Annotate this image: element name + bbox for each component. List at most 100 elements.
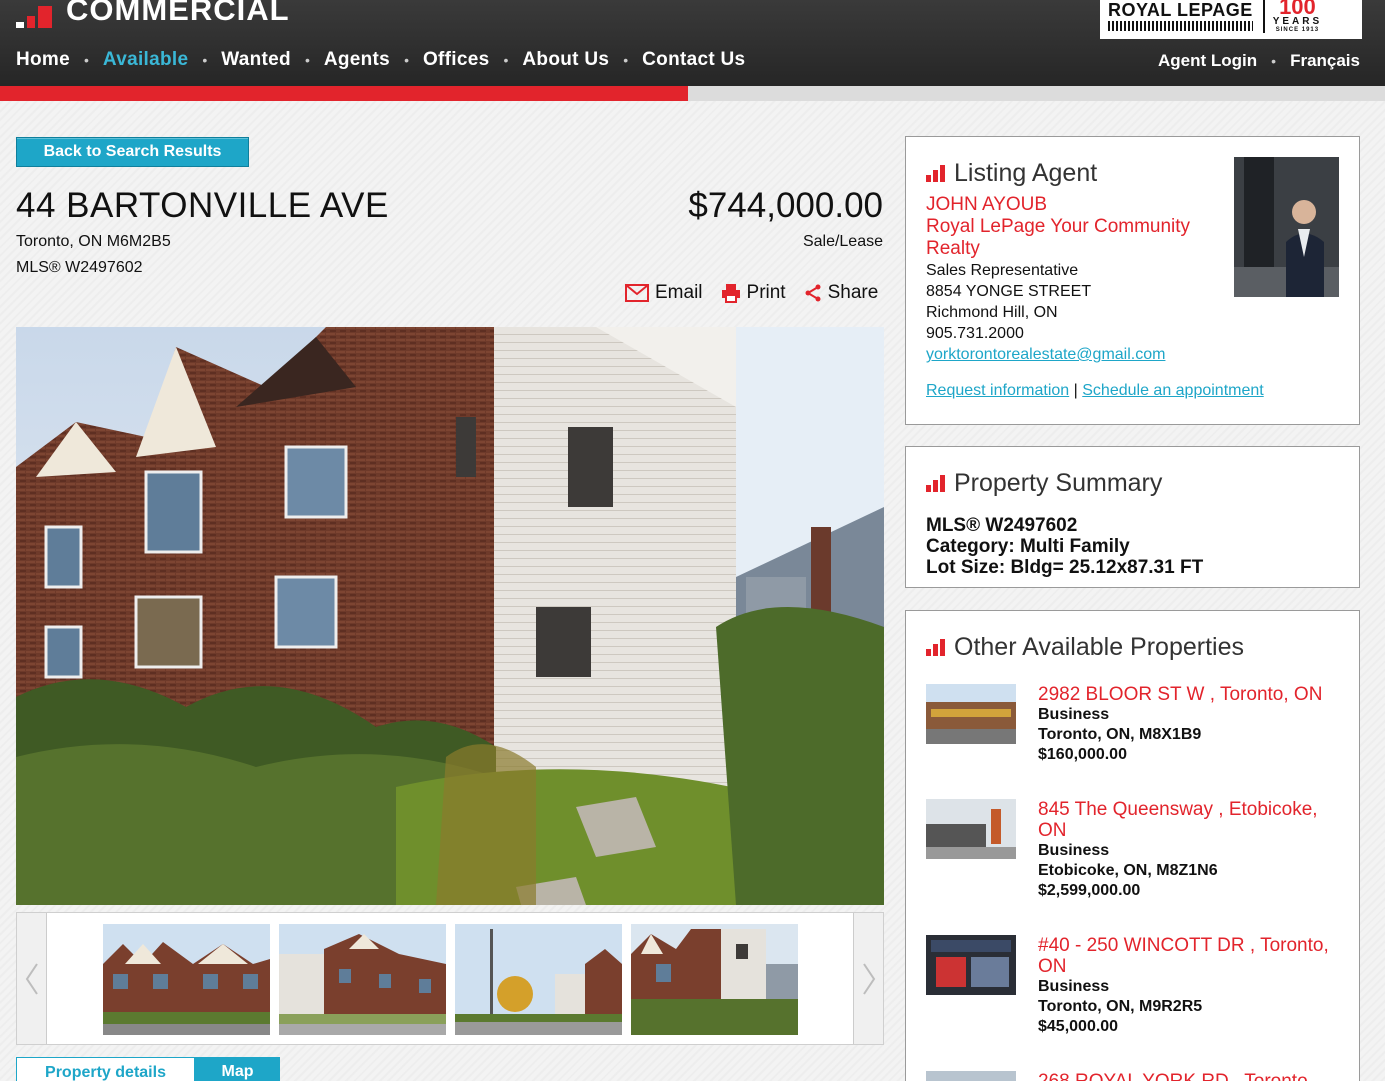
link-separator: | xyxy=(1073,382,1078,399)
property-summary-heading: Property Summary xyxy=(926,469,1162,498)
summary-category: Category: Multi Family xyxy=(926,536,1130,557)
property-type: Business xyxy=(1038,706,1110,723)
brand-barcode-icon xyxy=(1108,20,1253,31)
bar-chart-icon xyxy=(926,165,945,182)
summary-details: MLS® W2497602 Category: Multi Family Lot… xyxy=(926,515,1203,578)
listing-agent-panel: Listing Agent JOHN AYOUB Royal LePage Yo… xyxy=(905,136,1360,425)
carousel-prev-button[interactable] xyxy=(17,913,47,1044)
summary-mls: MLS® W2497602 xyxy=(926,515,1078,536)
agent-details: JOHN AYOUB Royal LePage Your Community R… xyxy=(926,194,1216,365)
logo-text: COMMERCIAL xyxy=(66,0,290,27)
nav-offices[interactable]: Offices xyxy=(423,49,490,71)
brand-years-badge: 100 YEARS SINCE 1913 xyxy=(1262,0,1323,33)
property-thumbnail[interactable] xyxy=(926,799,1016,859)
nav-separator: • xyxy=(503,52,509,68)
nav-separator: • xyxy=(304,52,310,68)
other-properties-heading: Other Available Properties xyxy=(926,633,1244,662)
nav-about-us[interactable]: About Us xyxy=(522,49,609,71)
property-address-link[interactable]: 845 The Queensway , Etobicoke, ON xyxy=(1038,799,1346,841)
tab-map[interactable]: Map xyxy=(195,1057,280,1081)
carousel-next-button[interactable] xyxy=(853,913,883,1044)
agent-contact-links: Request information | Schedule an appoin… xyxy=(926,382,1264,400)
nav-separator: • xyxy=(202,52,208,68)
back-to-search-button[interactable]: Back to Search Results xyxy=(16,137,249,167)
header-accent-bar xyxy=(0,86,1385,101)
main-property-photo[interactable] xyxy=(16,327,884,905)
property-thumbnail[interactable] xyxy=(926,1071,1016,1081)
agent-name: JOHN AYOUB xyxy=(926,194,1048,215)
print-label: Print xyxy=(746,282,786,303)
agent-role: Sales Representative xyxy=(926,262,1079,279)
main-nav: Home • Available • Wanted • Agents • Off… xyxy=(16,49,745,71)
carousel-thumbnail[interactable] xyxy=(103,924,270,1035)
listing-mls: MLS® W2497602 xyxy=(16,259,143,276)
nav-separator: • xyxy=(84,52,89,68)
agent-login-link[interactable]: Agent Login xyxy=(1158,51,1257,71)
property-address-link[interactable]: 268 ROYAL YORK RD , Toronto xyxy=(1038,1071,1346,1081)
property-thumbnail[interactable] xyxy=(926,684,1016,744)
listing-actions: Email Print Share xyxy=(625,282,896,304)
agent-email-link[interactable]: yorktorontorealestate@gmail.com xyxy=(926,346,1165,363)
property-price: $160,000.00 xyxy=(1038,746,1127,763)
brand-years-label: YEARS xyxy=(1272,16,1323,27)
property-address-link[interactable]: #40 - 250 WINCOTT DR , Toronto, ON xyxy=(1038,935,1346,977)
property-price: $45,000.00 xyxy=(1038,1018,1119,1035)
photo-carousel xyxy=(16,912,884,1045)
property-summary-panel: Property Summary MLS® W2497602 Category:… xyxy=(905,446,1360,588)
email-button[interactable]: Email xyxy=(625,282,703,304)
email-label: Email xyxy=(655,282,703,303)
logo-mark-icon xyxy=(16,6,52,28)
panel-title-text: Other Available Properties xyxy=(954,633,1244,661)
schedule-appointment-link[interactable]: Schedule an appointment xyxy=(1082,382,1263,399)
nav-separator: • xyxy=(1271,53,1277,69)
printer-icon xyxy=(721,284,740,303)
share-icon xyxy=(805,284,821,302)
property-location: Etobicoke, ON, M8Z1N6 xyxy=(1038,862,1218,879)
site-header: COMMERCIAL ROYAL LEPAGE 100 YEARS SINCE … xyxy=(0,0,1385,86)
royal-lepage-brand[interactable]: ROYAL LEPAGE 100 YEARS SINCE 1913 xyxy=(1100,0,1362,39)
language-link[interactable]: Français xyxy=(1290,51,1360,71)
chevron-right-icon xyxy=(862,962,875,995)
listing-sale-type: Sale/Lease xyxy=(802,233,883,250)
nav-home[interactable]: Home xyxy=(16,49,70,71)
carousel-thumbnail[interactable] xyxy=(279,924,446,1035)
nav-available[interactable]: Available xyxy=(103,49,188,71)
summary-lot-size: Lot Size: Bldg= 25.12x87.31 FT xyxy=(926,557,1204,578)
utility-nav: Agent Login • Français xyxy=(1158,51,1360,71)
property-type: Business xyxy=(1038,842,1110,859)
panel-title-text: Listing Agent xyxy=(954,159,1098,187)
agent-company: Royal LePage Your Community Realty xyxy=(926,216,1191,259)
request-information-link[interactable]: Request information xyxy=(926,382,1069,399)
agent-street: 8854 YONGE STREET xyxy=(926,283,1092,300)
share-label: Share xyxy=(827,282,879,303)
panel-title-text: Property Summary xyxy=(954,469,1163,497)
property-location: Toronto, ON, M9R2R5 xyxy=(1038,998,1203,1015)
chevron-left-icon xyxy=(25,962,38,995)
listing-tabs: Property details Map xyxy=(16,1057,280,1081)
nav-separator: • xyxy=(623,52,629,68)
brand-years-number: 100 xyxy=(1279,0,1316,19)
property-price: $2,599,000.00 xyxy=(1038,882,1141,899)
listing-agent-heading: Listing Agent xyxy=(926,159,1097,188)
agent-city: Richmond Hill, ON xyxy=(926,304,1058,321)
tab-property-details[interactable]: Property details xyxy=(16,1057,195,1081)
brand-name: ROYAL LEPAGE xyxy=(1108,0,1253,20)
nav-wanted[interactable]: Wanted xyxy=(221,49,291,71)
bar-chart-icon xyxy=(926,639,945,656)
listing-price: $744,000.00 xyxy=(688,186,883,225)
carousel-thumbnail[interactable] xyxy=(455,924,622,1035)
nav-separator: • xyxy=(404,52,409,68)
share-button[interactable]: Share xyxy=(804,282,879,304)
property-thumbnail[interactable] xyxy=(926,935,1016,995)
print-button[interactable]: Print xyxy=(721,282,786,304)
property-address-link[interactable]: 2982 BLOOR ST W , Toronto, ON xyxy=(1038,684,1346,705)
nav-agents[interactable]: Agents xyxy=(324,49,390,71)
property-type: Business xyxy=(1038,978,1110,995)
envelope-icon xyxy=(625,284,649,302)
carousel-thumbnail[interactable] xyxy=(631,924,798,1035)
site-logo[interactable]: COMMERCIAL xyxy=(16,0,290,28)
property-location: Toronto, ON, M8X1B9 xyxy=(1038,726,1202,743)
bar-chart-icon xyxy=(926,475,945,492)
nav-contact-us[interactable]: Contact Us xyxy=(642,49,745,71)
listing-address: 44 BARTONVILLE AVE xyxy=(16,186,389,225)
